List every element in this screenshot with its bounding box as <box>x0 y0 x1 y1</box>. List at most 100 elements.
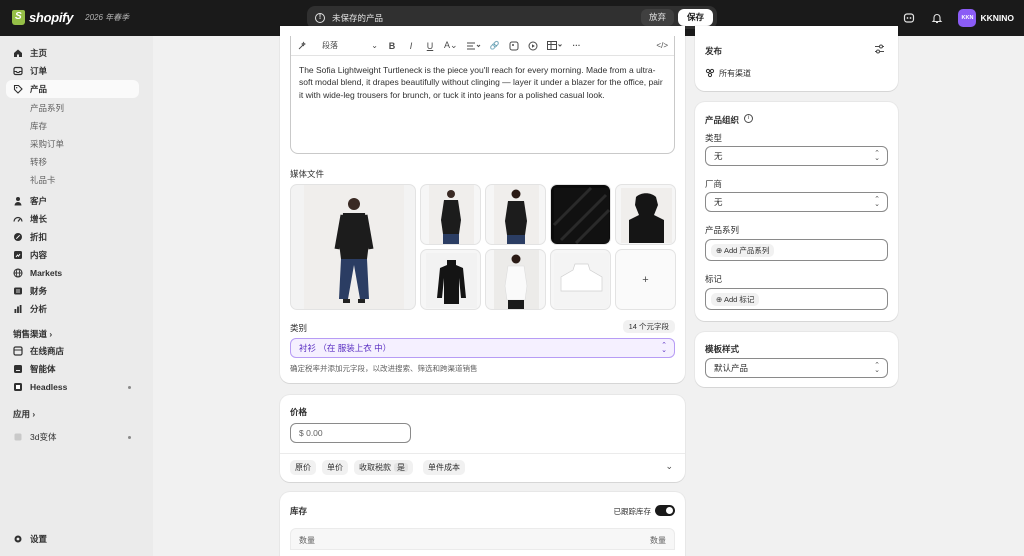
description-text[interactable]: The Sofia Lightweight Turtleneck is the … <box>291 56 674 109</box>
sidebar-subitem-collections[interactable]: 产品系列 <box>30 102 64 114</box>
sidebar-item-label: 客户 <box>30 196 48 206</box>
code-icon[interactable]: </> <box>656 40 668 52</box>
warning-icon: ! <box>315 12 325 23</box>
sidebar-item-growth[interactable]: 增长 <box>6 210 139 228</box>
compare-price-chip[interactable]: 原价 <box>290 460 316 475</box>
track-inventory-toggle[interactable] <box>655 505 675 516</box>
sidebar-item-home[interactable]: 主页 <box>6 44 139 62</box>
headless-icon <box>13 382 23 392</box>
collections-field[interactable]: ⊕ Add 产品系列 <box>705 239 888 261</box>
sidebar-item-orders[interactable]: 订单 <box>6 62 139 80</box>
discard-button[interactable]: 放弃 <box>640 9 674 26</box>
sidebar-subitem-purchase-orders[interactable]: 采购订单 <box>30 138 64 150</box>
sidebar-item-label: 产品 <box>30 84 48 94</box>
media-thumb-white-back[interactable] <box>485 249 546 310</box>
category-label: 类别 <box>290 323 308 333</box>
sidebar-item-label: 订单 <box>30 66 48 76</box>
ai-magic-icon[interactable] <box>297 40 307 52</box>
category-select[interactable]: 衬衫 （在 服装上衣 中） ⌃ ⌄ <box>290 338 675 358</box>
vendor-value: 无 <box>714 197 723 207</box>
section-label: 应用 <box>13 409 31 419</box>
fabric-photo-icon <box>552 186 610 244</box>
paragraph-select[interactable]: 段落 ⌄ <box>316 40 378 52</box>
media-thumb-flat[interactable] <box>420 249 481 310</box>
italic-icon[interactable]: I <box>406 40 416 52</box>
metafield-count-badge[interactable]: 14 个元字段 <box>622 320 675 333</box>
media-main-image[interactable] <box>290 184 416 310</box>
sales-channels-section[interactable]: 销售渠道 › <box>13 328 52 340</box>
chevron-down-icon[interactable]: ⌄ <box>665 461 673 472</box>
sidebar-item-products[interactable]: 产品 <box>6 80 139 98</box>
user-menu[interactable]: KKN KKNINO <box>958 9 1014 27</box>
add-tag-label: Add 标记 <box>723 294 755 304</box>
sidebar-item-analytics[interactable]: 分析 <box>6 300 139 318</box>
table-icon[interactable] <box>546 40 563 52</box>
sidebar-item-3d-variant[interactable]: 3d变体 <box>6 428 139 446</box>
select-chevron-icon: ⌃ ⌄ <box>661 342 667 354</box>
organization-title: 产品组织 <box>705 115 740 125</box>
underline-icon[interactable]: U <box>425 40 435 52</box>
garment-photo-icon <box>426 253 477 308</box>
gear-icon <box>13 534 23 544</box>
more-icon[interactable]: ··· <box>572 40 582 52</box>
sidebar-item-customers[interactable]: 客户 <box>6 192 139 210</box>
sidebar-item-content[interactable]: 内容 <box>6 246 139 264</box>
sidebar-item-finance[interactable]: 财务 <box>6 282 139 300</box>
sidebar-item-headless[interactable]: Headless <box>6 378 139 396</box>
sidebar-item-markets[interactable]: Markets <box>6 264 139 282</box>
price-input[interactable]: $ 0.00 <box>290 423 411 443</box>
status-dot <box>128 386 131 389</box>
sidebar-subitem-gift-cards[interactable]: 礼品卡 <box>30 174 56 186</box>
sliders-icon[interactable] <box>874 44 885 56</box>
media-thumb-fabric[interactable] <box>550 184 611 245</box>
type-select[interactable]: 无 ⌃ ⌄ <box>705 146 888 166</box>
vendor-select[interactable]: 无 ⌃ ⌄ <box>705 192 888 212</box>
content-icon <box>13 250 23 260</box>
align-icon[interactable] <box>466 40 481 52</box>
sidebar-item-label: 增长 <box>30 214 48 224</box>
cost-per-item-chip[interactable]: 单件成本 <box>423 460 465 475</box>
bold-icon[interactable]: B <box>387 40 397 52</box>
sidebar-item-label: 分析 <box>30 304 48 314</box>
theme-template-card: 模板样式 默认产品 ⌃ ⌄ <box>695 332 898 387</box>
template-select[interactable]: 默认产品 ⌃ ⌄ <box>705 358 888 378</box>
media-thumb-back[interactable] <box>485 184 546 245</box>
assistant-icon[interactable] <box>902 11 916 25</box>
info-icon[interactable]: i <box>744 114 753 123</box>
save-button[interactable]: 保存 <box>677 9 713 26</box>
gauge-icon <box>13 214 23 224</box>
column-header: 数量 <box>299 536 315 545</box>
add-media-button[interactable]: + <box>615 249 676 310</box>
sidebar-item-settings[interactable]: 设置 <box>6 530 139 548</box>
sidebar-item-label: 智能体 <box>30 364 56 374</box>
link-icon[interactable]: 🔗 <box>490 40 500 52</box>
text-color-icon[interactable]: A⌄ <box>444 40 458 52</box>
apps-section[interactable]: 应用 › <box>13 408 35 420</box>
avatar: KKN <box>958 9 977 27</box>
sidebar-subitem-transfers[interactable]: 转移 <box>30 156 47 168</box>
media-thumb-front[interactable] <box>420 184 481 245</box>
sidebar-subitem-inventory[interactable]: 库存 <box>30 120 47 132</box>
bell-icon[interactable] <box>930 11 944 25</box>
sidebar-item-agent[interactable]: 智能体 <box>6 360 139 378</box>
video-icon[interactable] <box>528 40 538 52</box>
tax-value: 是 <box>394 463 408 472</box>
add-collection-button[interactable]: ⊕ Add 产品系列 <box>711 243 775 257</box>
all-channels-label[interactable]: 所有渠道 <box>719 68 751 79</box>
sidebar-item-online-store[interactable]: 在线商店 <box>6 342 139 360</box>
type-label: 类型 <box>705 133 723 143</box>
media-thumb-white-flat[interactable] <box>550 249 611 310</box>
tags-field[interactable]: ⊕ Add 标记 <box>705 288 888 310</box>
product-details-card: 段落 ⌄ B I U A⌄ 🔗 ··· </> The Sofia Lightwe… <box>280 26 685 383</box>
add-tag-button[interactable]: ⊕ Add 标记 <box>711 292 760 306</box>
sidebar-item-discounts[interactable]: 折扣 <box>6 228 139 246</box>
unit-price-chip[interactable]: 单价 <box>322 460 348 475</box>
image-icon[interactable] <box>509 40 519 52</box>
charge-tax-chip[interactable]: 收取税款是 <box>354 460 413 475</box>
media-thumb-collar[interactable] <box>615 184 676 245</box>
category-value: 衬衫 （在 服装上衣 中） <box>299 343 392 353</box>
chevron-down-icon: ⌄ <box>371 41 378 50</box>
bank-icon <box>13 286 23 296</box>
price-title: 价格 <box>290 407 308 417</box>
shopify-logo[interactable]: shopify 2026 年春季 <box>12 10 129 25</box>
